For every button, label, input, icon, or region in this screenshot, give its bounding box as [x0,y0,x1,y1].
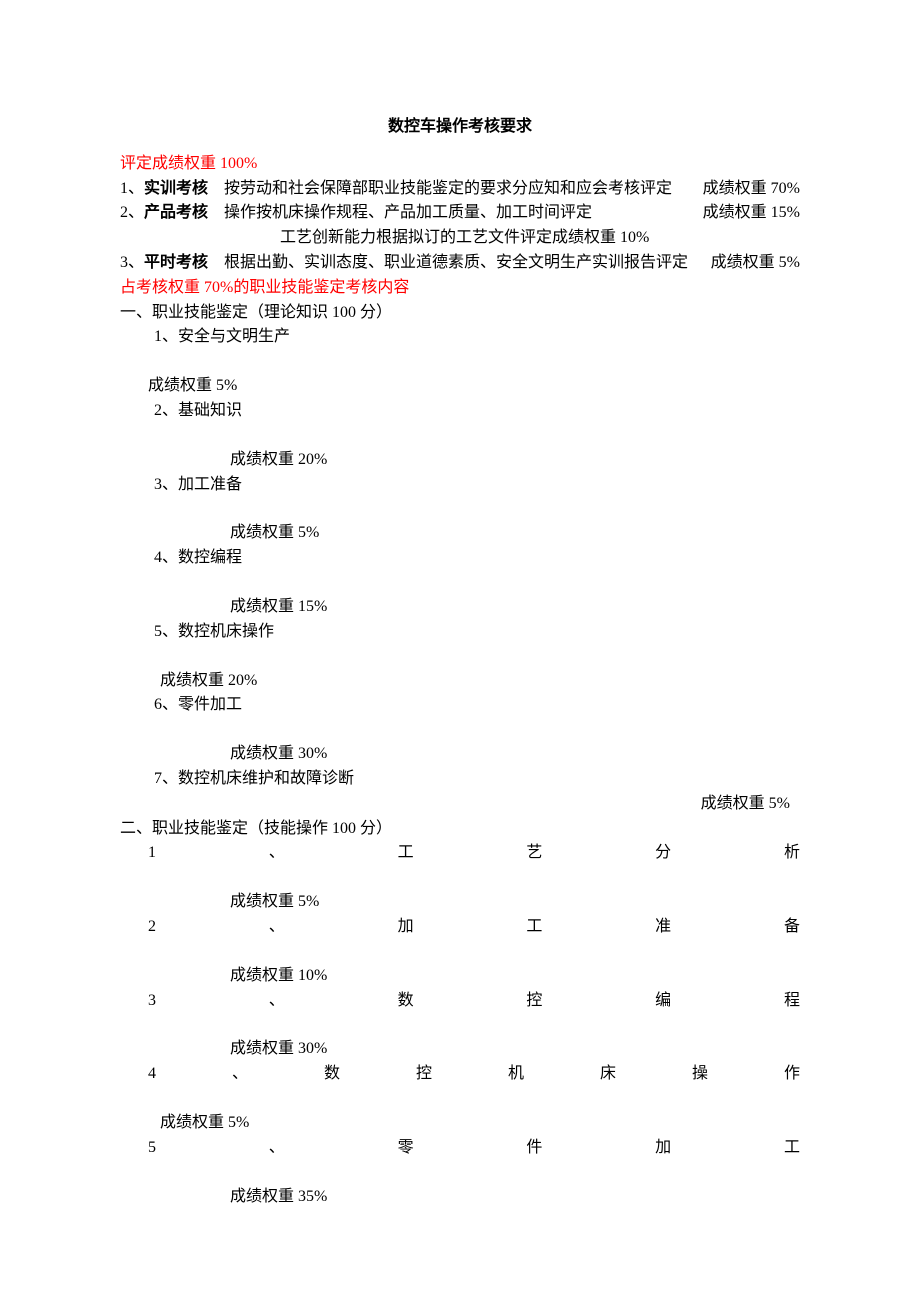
skill-item-sep: 、 [269,1136,285,1161]
heading-red-1: 评定成绩权重 100% [120,152,800,177]
item-weight: 成绩权重 5% [711,251,800,276]
skill-item-num: 2 [148,915,156,940]
theory-item-3: 3、加工准备 [120,473,800,498]
theory-item-3-weight: 成绩权重 5% [120,521,800,546]
skill-item-sep: 、 [269,989,285,1014]
skill-item-row: 4 、 数 控 机 床 操 作 [120,1062,800,1087]
item-weight: 成绩权重 70% [703,177,800,202]
skill-item-char: 数 [324,1062,340,1087]
skill-item-char: 加 [655,1136,671,1161]
item-num: 1、 [120,180,144,197]
skill-item-char: 工 [784,1136,800,1161]
theory-item-4-weight: 成绩权重 15% [120,595,800,620]
theory-item-1-weight: 成绩权重 5% [120,374,800,399]
item-bold: 平时考核 [144,254,208,271]
theory-item-6: 6、零件加工 [120,693,800,718]
skill-item-char: 备 [784,915,800,940]
skill-item-sep: 、 [269,841,285,866]
skill-item-char: 控 [416,1062,432,1087]
theory-item-2: 2、基础知识 [120,399,800,424]
skill-item-char: 加 [398,915,414,940]
item-num: 3、 [120,254,144,271]
skill-item-num: 3 [148,989,156,1014]
heading-red-2: 占考核权重 70%的职业技能鉴定考核内容 [120,276,800,301]
main-item-2-sub: 工艺创新能力根据拟订的工艺文件评定成绩权重 10% [120,226,800,251]
skill-item-num: 1 [148,841,156,866]
theory-item-5: 5、数控机床操作 [120,620,800,645]
main-item-1: 1、实训考核 按劳动和社会保障部职业技能鉴定的要求分应知和应会考核评定 成绩权重… [120,177,800,202]
skill-item-weight: 成绩权重 35% [120,1185,800,1210]
skill-item-row: 3 、 数 控 编 程 [120,989,800,1014]
skill-item-char: 分 [655,841,671,866]
skill-item-char: 操 [692,1062,708,1087]
item-desc: 按劳动和社会保障部职业技能鉴定的要求分应知和应会考核评定 [208,180,672,197]
skill-item-row: 1 、 工 艺 分 析 [120,841,800,866]
item-bold: 产品考核 [144,204,208,221]
skill-item-char: 艺 [526,841,542,866]
skill-item-weight: 成绩权重 5% [120,1111,800,1136]
theory-item-5-weight: 成绩权重 20% [120,669,800,694]
skill-item-char: 控 [526,989,542,1014]
skill-item-num: 5 [148,1136,156,1161]
skill-item-char: 工 [398,841,414,866]
theory-item-4: 4、数控编程 [120,546,800,571]
theory-item-6-weight: 成绩权重 30% [120,742,800,767]
skill-item-char: 零 [398,1136,414,1161]
skill-item-row: 5 、 零 件 加 工 [120,1136,800,1161]
main-item-2: 2、产品考核 操作按机床操作规程、产品加工质量、加工时间评定 成绩权重 15% [120,201,800,226]
document-title: 数控车操作考核要求 [120,115,800,140]
item-bold: 实训考核 [144,180,208,197]
item-num: 2、 [120,204,144,221]
skill-item-char: 件 [526,1136,542,1161]
theory-item-7: 7、数控机床维护和故障诊断 [120,767,800,792]
skill-item-char: 析 [784,841,800,866]
skill-item-sep: 、 [269,915,285,940]
skill-item-weight: 成绩权重 10% [120,964,800,989]
skill-item-char: 机 [508,1062,524,1087]
theory-item-1: 1、安全与文明生产 [120,325,800,350]
skill-item-sep: 、 [232,1062,248,1087]
item-desc: 根据出勤、实训态度、职业道德素质、安全文明生产实训报告评定 [208,254,688,271]
item-weight: 成绩权重 15% [703,201,800,226]
skill-item-char: 工 [526,915,542,940]
skill-item-char: 程 [784,989,800,1014]
skill-item-char: 数 [398,989,414,1014]
skill-item-weight: 成绩权重 30% [120,1037,800,1062]
main-item-3: 3、平时考核 根据出勤、实训态度、职业道德素质、安全文明生产实训报告评定 成绩权… [120,251,800,276]
skill-item-row: 2 、 加 工 准 备 [120,915,800,940]
section-b-title: 二、职业技能鉴定（技能操作 100 分） [120,817,800,842]
item-desc: 操作按机床操作规程、产品加工质量、加工时间评定 [208,204,592,221]
skill-item-num: 4 [148,1062,156,1087]
theory-item-7-weight: 成绩权重 5% [120,792,800,817]
skill-item-weight: 成绩权重 5% [120,890,800,915]
theory-item-2-weight: 成绩权重 20% [120,448,800,473]
section-a-title: 一、职业技能鉴定（理论知识 100 分） [120,301,800,326]
skill-item-char: 床 [600,1062,616,1087]
skill-item-char: 作 [784,1062,800,1087]
skill-item-char: 准 [655,915,671,940]
skill-item-char: 编 [655,989,671,1014]
